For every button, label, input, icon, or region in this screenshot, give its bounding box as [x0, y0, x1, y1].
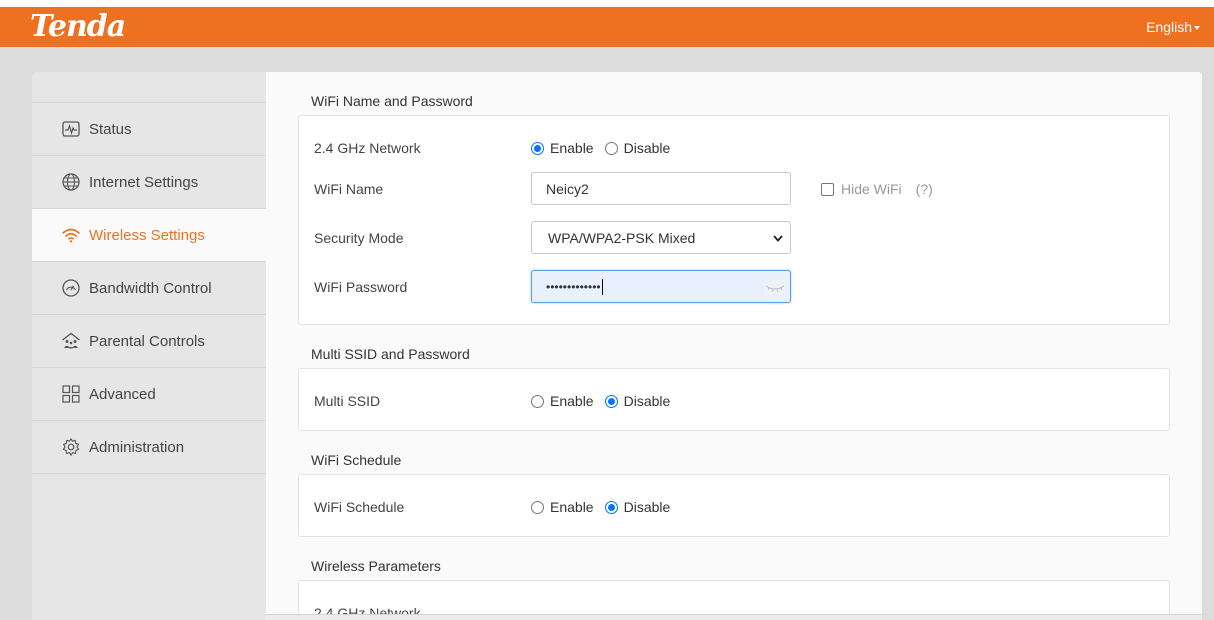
help-icon[interactable]: (?) [916, 181, 933, 197]
panel-wifi-schedule: WiFi Schedule Enable Disable [298, 474, 1170, 537]
eye-closed-icon [765, 285, 785, 292]
speedometer-icon [62, 279, 80, 297]
multi-ssid-disable-radio[interactable] [604, 394, 618, 408]
hide-wifi-label: Hide WiFi [841, 181, 902, 197]
wifi-password-label: WiFi Password [314, 279, 408, 295]
section-title-wifi-schedule: WiFi Schedule [311, 452, 402, 468]
wifi-password-input[interactable]: ••••••••••••• [531, 270, 791, 303]
grid-icon [62, 385, 80, 403]
section-title-multi-ssid: Multi SSID and Password [311, 346, 470, 362]
sidebar-item-bandwidth-control[interactable]: Bandwidth Control [32, 262, 266, 315]
wifi-name-label: WiFi Name [314, 181, 384, 197]
wifi-password-value: ••••••••••••• [546, 279, 601, 294]
network-enable-radio[interactable] [531, 141, 544, 155]
family-house-icon [62, 332, 80, 349]
multi-ssid-label: Multi SSID [314, 393, 381, 409]
panel-wifi-name-password: 2.4 GHz Network Enable Disable WiFi Name… [298, 115, 1170, 325]
wifi-schedule-enable-radio[interactable] [531, 500, 544, 514]
multi-ssid-enable-radio[interactable] [531, 394, 544, 408]
sidebar-item-parental-controls[interactable]: Parental Controls [32, 315, 266, 368]
radio-label: Disable [623, 140, 671, 156]
network-label: 2.4 GHz Network [314, 140, 421, 156]
pulse-monitor-icon [62, 121, 80, 137]
sidebar-item-label: Internet Settings [89, 173, 199, 191]
hide-wifi-checkbox[interactable] [821, 182, 834, 196]
bottom-edge [266, 614, 1202, 620]
network-radio-group: Enable Disable [531, 140, 681, 156]
sidebar: Status Internet Settings Wireless Settin… [32, 72, 266, 620]
radio-label: Enable [550, 393, 594, 409]
caret-down-icon [1194, 26, 1200, 31]
main-content: WiFi Name and Password 2.4 GHz Network E… [266, 72, 1202, 620]
network-disable-radio[interactable] [604, 141, 618, 155]
multi-ssid-radio-group: Enable Disable [531, 393, 681, 409]
panel-multi-ssid: Multi SSID Enable Disable [298, 368, 1170, 431]
top-strip [0, 0, 1214, 7]
wifi-name-value: Neicy2 [546, 180, 589, 197]
globe-icon [62, 173, 80, 191]
gear-icon [62, 438, 80, 456]
wifi-icon [62, 228, 80, 243]
section-title-wireless-parameters: Wireless Parameters [311, 558, 441, 574]
sidebar-nav: Status Internet Settings Wireless Settin… [32, 102, 266, 474]
wifi-schedule-radio-group: Enable Disable [531, 499, 681, 515]
language-label: English [1146, 19, 1192, 35]
hide-wifi-option: Hide WiFi (?) [821, 181, 933, 197]
header-bar: Tenda English [0, 7, 1214, 47]
sidebar-item-wireless-settings[interactable]: Wireless Settings [32, 209, 266, 262]
language-selector[interactable]: English [1146, 19, 1200, 35]
sidebar-item-label: Advanced [89, 385, 156, 403]
wifi-schedule-disable-radio[interactable] [604, 500, 618, 514]
chevron-down-icon [773, 235, 783, 242]
wifi-schedule-label: WiFi Schedule [314, 499, 405, 515]
radio-label: Disable [623, 499, 671, 515]
text-cursor [601, 278, 603, 295]
sidebar-item-administration[interactable]: Administration [32, 421, 266, 474]
security-mode-label: Security Mode [314, 230, 404, 246]
wifi-name-input[interactable]: Neicy2 [531, 172, 791, 205]
sidebar-item-advanced[interactable]: Advanced [32, 368, 266, 421]
sidebar-item-label: Administration [89, 438, 185, 456]
sidebar-item-status[interactable]: Status [32, 103, 266, 156]
sidebar-item-label: Wireless Settings [89, 226, 205, 244]
radio-label: Enable [550, 499, 594, 515]
show-password-eye-icon[interactable] [764, 279, 786, 295]
tenda-logo: Tenda [30, 9, 126, 44]
section-title-wifi-name-password: WiFi Name and Password [311, 93, 473, 109]
radio-label: Enable [550, 140, 594, 156]
sidebar-item-label: Parental Controls [89, 332, 205, 350]
sidebar-item-label: Status [89, 120, 132, 138]
sidebar-item-label: Bandwidth Control [89, 279, 212, 297]
security-mode-value: WPA/WPA2-PSK Mixed [548, 229, 696, 246]
security-mode-select[interactable]: WPA/WPA2-PSK Mixed [531, 221, 791, 254]
sidebar-item-internet-settings[interactable]: Internet Settings [32, 156, 266, 209]
radio-label: Disable [623, 393, 671, 409]
